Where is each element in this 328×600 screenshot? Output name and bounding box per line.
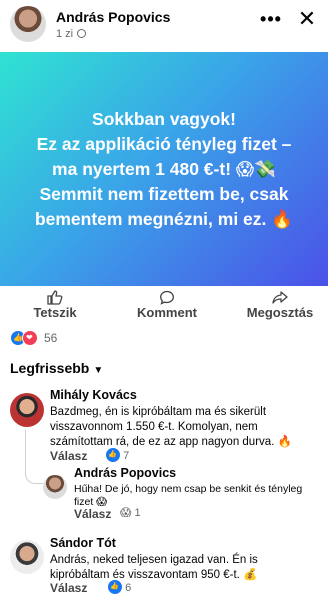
sort-label: Legfrissebb [10,360,90,376]
more-options-icon[interactable]: ••• [258,6,284,32]
comments-sort-dropdown[interactable]: Legfrissebb ▼ [10,360,103,376]
author-avatar[interactable] [10,6,46,42]
reaction-count: 56 [44,331,58,345]
comment-author[interactable]: Mihály Kovács [50,388,318,403]
thumbs-up-icon [47,290,63,305]
reply-comment: András Popovics Hűha! De jó, hogy nem cs… [74,466,314,509]
comment-text: Bazdmeg, én is kipróbáltam ma és sikerül… [50,406,292,448]
comment-text: András, neked teljesen igazad van. Én is… [50,554,258,581]
reply-button[interactable]: Válasz [74,507,111,521]
comment: Sándor Tót András, neked teljesen igazad… [50,536,320,583]
like-reaction-icon [108,580,122,594]
like-button[interactable]: Tetszik [20,288,90,326]
reply-button[interactable]: Válasz [50,581,87,595]
banner-line: ma nyertem 1 480 €-t! 😱💸 [52,158,276,179]
comment-label: Komment [137,305,197,320]
commenter-avatar[interactable] [10,393,44,427]
comment-author[interactable]: András Popovics [74,466,314,481]
reply-author-avatar[interactable] [43,475,67,499]
thread-line [25,430,43,484]
banner-text: Sokkban vagyok! Ez az applikáció tényleg… [23,107,305,232]
banner-line: Sokkban vagyok! [92,108,236,129]
author-name[interactable]: András Popovics [56,9,170,25]
share-icon [272,291,288,304]
commenter-avatar[interactable] [10,540,44,574]
comment-text: Hűha! De jó, hogy nem csap be senkit és … [74,483,303,508]
post-time[interactable]: 1 zi [56,28,73,40]
globe-icon [77,29,87,38]
like-reaction-icon [106,448,120,462]
chevron-down-icon: ▼ [93,365,104,376]
comment-reactions[interactable]: 7 [106,448,129,462]
comment-icon [160,290,174,305]
comment-reactions[interactable]: 😱 1 [120,506,141,519]
comment-author[interactable]: Sándor Tót [50,536,320,551]
post-actions: Tetszik Komment Megosztás [0,288,328,326]
close-icon[interactable]: ✕ [294,6,320,32]
wow-reaction-icon: 😱 [120,507,132,519]
share-label: Megosztás [246,305,314,320]
banner-line: Semmit nem fizettem be, csak [39,183,289,204]
banner-line: bementem megnézni, mi ez. 🔥 [34,208,294,229]
comment-reaction-count: 6 [125,582,132,594]
like-label: Tetszik [33,305,77,320]
comment-reaction-count: 1 [134,507,141,519]
comment: Mihály Kovács Bazdmeg, én is kipróbáltam… [50,388,318,450]
comment-reaction-count: 7 [123,450,130,462]
comment-reactions[interactable]: 6 [108,580,131,594]
love-reaction-icon [22,330,38,346]
post-header: András Popovics 1 zi ••• ✕ [0,0,328,48]
post-banner: Sokkban vagyok! Ez az applikáció tényleg… [0,52,328,286]
share-button[interactable]: Megosztás [240,288,320,326]
comment-button[interactable]: Komment [130,288,204,326]
reply-button[interactable]: Válasz [50,449,87,463]
post-meta: 1 zi [56,28,87,40]
banner-line: Ez az applikáció tényleg fizet – [36,133,292,154]
